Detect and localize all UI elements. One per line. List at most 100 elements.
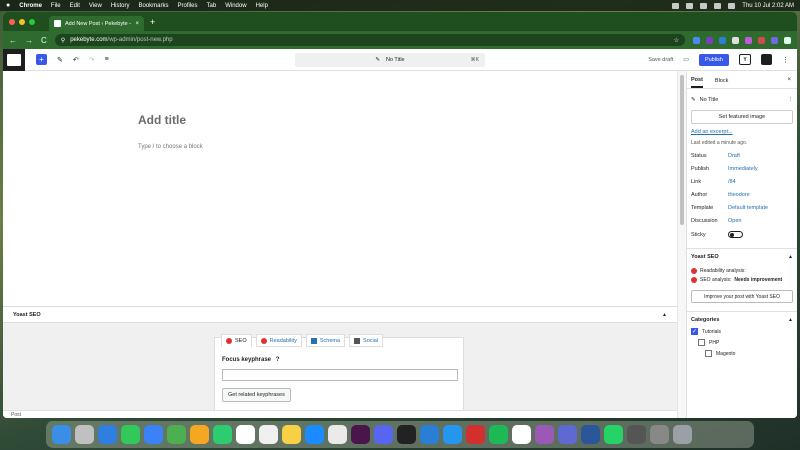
yoast-metabox-header[interactable]: Yoast SEO ▲ xyxy=(3,307,677,323)
site-logo-icon[interactable] xyxy=(3,48,25,71)
extension-icon[interactable] xyxy=(693,36,700,44)
focus-keyphrase-input[interactable] xyxy=(222,369,458,381)
new-tab-button[interactable]: + xyxy=(150,17,155,27)
category-item[interactable]: Magento xyxy=(691,350,793,357)
close-window-button[interactable] xyxy=(9,18,15,25)
menu-window[interactable]: Window xyxy=(225,3,246,9)
app-store-icon[interactable] xyxy=(305,425,324,444)
status-value[interactable]: Draft xyxy=(728,153,740,159)
help-icon[interactable]: ? xyxy=(276,357,280,363)
spotify-icon[interactable] xyxy=(489,425,508,444)
profile-avatar[interactable] xyxy=(771,36,778,44)
terminal-icon[interactable] xyxy=(397,425,416,444)
extension-icon[interactable] xyxy=(758,36,765,44)
photos-icon[interactable] xyxy=(190,425,209,444)
calendar-icon[interactable] xyxy=(236,425,255,444)
link-value[interactable]: /84 xyxy=(728,179,736,185)
breadcrumb-post[interactable]: Post xyxy=(11,412,21,418)
save-draft-button[interactable]: Save draft xyxy=(648,57,673,63)
checkbox[interactable] xyxy=(705,350,712,357)
site-info-icon[interactable]: ⚲ xyxy=(61,37,65,44)
extension-icon[interactable] xyxy=(706,36,713,44)
filezilla-icon[interactable] xyxy=(466,425,485,444)
messages-icon[interactable] xyxy=(121,425,140,444)
menu-view[interactable]: View xyxy=(89,3,102,9)
scrollbar-thumb[interactable] xyxy=(680,75,684,225)
zoom-window-button[interactable] xyxy=(29,18,35,25)
menu-edit[interactable]: Edit xyxy=(70,3,80,9)
mail-icon[interactable] xyxy=(144,425,163,444)
document-title-bar[interactable]: ✎ No Title ⌘K xyxy=(295,53,485,67)
discussion-value[interactable]: Open xyxy=(728,218,741,224)
post-options-icon[interactable]: ⋮ xyxy=(788,97,794,103)
checkbox[interactable] xyxy=(698,339,705,346)
record-icon[interactable] xyxy=(672,2,680,9)
tab-readability[interactable]: Readability xyxy=(255,334,302,347)
docker-icon[interactable] xyxy=(443,425,462,444)
collapse-icon[interactable]: ▲ xyxy=(662,312,667,318)
menu-bookmarks[interactable]: Bookmarks xyxy=(139,3,169,9)
tab-social[interactable]: Social xyxy=(349,334,384,347)
finder-icon[interactable] xyxy=(52,425,71,444)
block-appender[interactable]: Type / to choose a block xyxy=(138,144,203,150)
category-item[interactable]: ✓ Tutorials xyxy=(691,328,793,335)
menu-profiles[interactable]: Profiles xyxy=(178,3,198,9)
categories-header[interactable]: Categories ▲ xyxy=(687,311,797,328)
menu-history[interactable]: History xyxy=(111,3,130,9)
reminders-icon[interactable] xyxy=(259,425,278,444)
tab-schema[interactable]: Schema xyxy=(305,334,346,347)
slack-icon[interactable] xyxy=(351,425,370,444)
improve-yoast-button[interactable]: Improve your post with Yoast SEO xyxy=(691,290,793,303)
undo-icon[interactable]: ↶ xyxy=(73,56,79,64)
url-bar[interactable]: ⚲ pekebyte.com/wp-admin/post-new.php ☆ xyxy=(54,34,685,46)
download-icon[interactable] xyxy=(784,36,791,44)
preview-icon[interactable]: ▭ xyxy=(683,56,689,63)
reload-button[interactable]: C xyxy=(41,36,47,45)
notes-icon[interactable] xyxy=(282,425,301,444)
yoast-icon[interactable]: Y xyxy=(739,54,751,65)
document-overview-icon[interactable]: ≡ xyxy=(105,56,109,63)
tab-post[interactable]: Post xyxy=(691,77,703,88)
menu-file[interactable]: File xyxy=(51,3,61,9)
control-center-icon[interactable] xyxy=(728,2,736,9)
tools-pen-icon[interactable]: ✎ xyxy=(57,56,63,64)
notion-icon[interactable] xyxy=(512,425,531,444)
facetime-icon[interactable] xyxy=(213,425,232,444)
tab-block[interactable]: Block xyxy=(715,78,728,84)
menu-chrome[interactable]: Chrome xyxy=(19,3,42,9)
checkbox-checked[interactable]: ✓ xyxy=(691,328,698,335)
bookmark-star-icon[interactable]: ☆ xyxy=(674,37,679,44)
extension-icon[interactable] xyxy=(745,36,752,44)
author-value[interactable]: theodore xyxy=(728,192,750,198)
search-icon[interactable] xyxy=(714,2,722,9)
canvas-scrollbar[interactable] xyxy=(677,71,686,418)
vscode-icon[interactable] xyxy=(420,425,439,444)
options-menu-icon[interactable]: ⋮ xyxy=(782,56,789,64)
wifi-icon[interactable] xyxy=(700,2,708,9)
collapse-icon[interactable]: ▲ xyxy=(788,254,793,260)
close-tab-icon[interactable]: × xyxy=(135,21,139,27)
publish-value[interactable]: Immediately xyxy=(728,166,758,172)
menu-tab[interactable]: Tab xyxy=(207,3,217,9)
tab-seo[interactable]: SEO xyxy=(221,334,252,347)
apple-menu-icon[interactable]: ● xyxy=(6,2,10,9)
related-keyphrases-button[interactable]: Get related keyphrases xyxy=(222,388,291,402)
extension-icon[interactable] xyxy=(732,36,739,44)
safari-icon[interactable] xyxy=(98,425,117,444)
launchpad-icon[interactable] xyxy=(75,425,94,444)
add-block-button[interactable]: + xyxy=(36,54,47,65)
template-value[interactable]: Default template xyxy=(728,205,768,211)
clock[interactable]: Thu 10 Jul 2:02 AM xyxy=(742,3,794,9)
word-icon[interactable] xyxy=(581,425,600,444)
collapse-icon[interactable]: ▲ xyxy=(788,317,793,323)
sticky-toggle[interactable] xyxy=(728,231,743,238)
category-item[interactable]: PHP xyxy=(691,339,793,346)
minimize-window-button[interactable] xyxy=(19,18,25,25)
title-input[interactable]: Add title xyxy=(138,113,186,127)
add-excerpt-link[interactable]: Add an excerpt... xyxy=(687,129,797,135)
battery-icon[interactable] xyxy=(686,2,694,9)
extension-icon[interactable] xyxy=(719,36,726,44)
maps-icon[interactable] xyxy=(167,425,186,444)
discord-icon[interactable] xyxy=(374,425,393,444)
editor-canvas[interactable]: Add title Type / to choose a block xyxy=(3,71,677,306)
